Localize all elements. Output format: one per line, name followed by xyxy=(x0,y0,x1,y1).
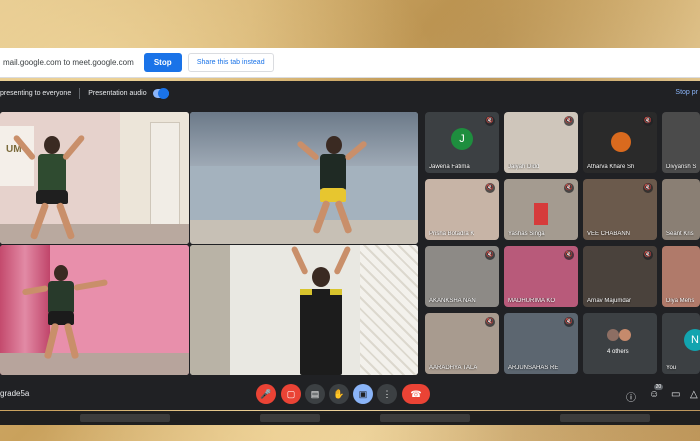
share-message: mail.google.com to meet.google.com xyxy=(3,58,134,67)
participant-tile[interactable]: 🔇 Prisha Botadra K xyxy=(425,179,499,240)
participant-tile[interactable]: Seant Kris xyxy=(662,179,700,240)
participant-tile[interactable]: 🔇 AARADHYA TALA xyxy=(425,313,499,374)
participant-tile[interactable]: 🔇 AKANKSHA NAN xyxy=(425,246,499,307)
participant-name: ARJUNSAHAS RE xyxy=(508,365,559,371)
participant-name: Seant Kris xyxy=(666,231,694,237)
participant-name: Atharva Khare Sh xyxy=(587,164,635,170)
others-label: 4 others xyxy=(607,349,629,355)
video-tile-4[interactable] xyxy=(190,245,418,375)
participant-tile[interactable]: 🔇 Atharva Khare Sh xyxy=(583,112,657,173)
taskbar-item[interactable] xyxy=(380,414,470,422)
self-avatar: N xyxy=(684,329,700,351)
meeting-name: grade5a xyxy=(0,389,30,398)
participant-name: Arnav Majumdar xyxy=(587,298,632,304)
participant-name: VEE CHABANN xyxy=(587,231,631,237)
participant-tile[interactable]: Divyansh S xyxy=(662,112,700,173)
muted-mic-icon: 🔇 xyxy=(485,250,495,260)
taskbar-item[interactable] xyxy=(80,414,170,422)
leave-call-button[interactable]: ☎ xyxy=(402,384,430,404)
stop-presenting-link[interactable]: Stop pr xyxy=(675,89,698,96)
camera-toggle-button[interactable]: ▢ xyxy=(281,384,301,404)
dancer-figure xyxy=(276,245,366,375)
call-controls: grade5a 🎤 ▢ ▤ ✋ ▣ ⋮ ☎ ⓘ ☺ 20 ▭ △ xyxy=(0,381,700,410)
main-video-grid: UM xyxy=(0,112,418,375)
participant-name: Jaiyah Didd xyxy=(508,164,540,170)
muted-mic-icon: 🔇 xyxy=(643,116,653,126)
participant-name: Divyansh S xyxy=(666,164,697,170)
participant-tile[interactable]: Diya Mehs xyxy=(662,246,700,307)
participant-tile[interactable]: 🔇 Yashas Singa xyxy=(504,179,578,240)
participant-name: Jaweria Fatima xyxy=(429,164,470,170)
participant-name: Yashas Singa xyxy=(508,231,545,237)
avatar: J xyxy=(451,128,473,150)
participant-tile[interactable]: 🔇 ARJUNSAHAS RE xyxy=(504,313,578,374)
self-label: You xyxy=(666,365,677,371)
muted-mic-icon: 🔇 xyxy=(643,250,653,260)
meet-window: presenting to everyone Presentation audi… xyxy=(0,81,700,410)
taskbar-item[interactable] xyxy=(260,414,320,422)
captions-button[interactable]: ▤ xyxy=(305,384,325,404)
info-icon[interactable]: ⓘ xyxy=(626,389,636,404)
mic-toggle-button[interactable]: 🎤 xyxy=(256,384,276,404)
participant-tile[interactable]: 🔇 VEE CHABANN xyxy=(583,179,657,240)
dancer-figure xyxy=(12,118,94,244)
participant-name: AARADHYA TALA xyxy=(429,365,478,371)
muted-mic-icon: 🔇 xyxy=(485,317,495,327)
screen-share-bar: mail.google.com to meet.google.com Stop … xyxy=(0,48,700,78)
stop-sharing-button[interactable]: Stop xyxy=(143,53,182,72)
participants-count-badge: 20 xyxy=(653,384,664,390)
dancer-figure xyxy=(296,130,370,240)
presentation-bar: presenting to everyone Presentation audi… xyxy=(0,81,700,106)
divider xyxy=(79,88,81,99)
dancer-figure xyxy=(21,257,114,375)
participant-tile[interactable]: 🔇 Arnav Majumdar xyxy=(583,246,657,307)
participant-tile[interactable]: J 🔇 Jaweria Fatima xyxy=(425,112,499,173)
video-tile-3[interactable] xyxy=(0,245,189,375)
others-tile[interactable]: 4 others xyxy=(583,313,657,374)
muted-mic-icon: 🔇 xyxy=(564,116,574,126)
muted-mic-icon: 🔇 xyxy=(643,183,653,193)
raise-hand-button[interactable]: ✋ xyxy=(329,384,349,404)
participant-grid: J 🔇 Jaweria Fatima 🔇 Jaiyah Didd 🔇 Athar… xyxy=(425,112,700,377)
muted-mic-icon: 🔇 xyxy=(564,317,574,327)
video-tile-1[interactable]: UM xyxy=(0,112,189,244)
activities-icon[interactable]: △ xyxy=(690,389,698,400)
participant-name: Diya Mehs xyxy=(666,298,695,304)
participant-name: AKANKSHA NAN xyxy=(429,298,476,304)
participant-tile[interactable]: 🔇 Jaiyah Didd xyxy=(504,112,578,173)
chat-icon[interactable]: ▭ xyxy=(671,389,680,400)
participant-name: MADHURIMA KO xyxy=(508,298,556,304)
muted-mic-icon: 🔇 xyxy=(564,250,574,260)
taskbar-item[interactable] xyxy=(560,414,650,422)
participant-tile[interactable]: 🔇 MADHURIMA KO xyxy=(504,246,578,307)
self-tile[interactable]: N You xyxy=(662,313,700,374)
presentation-audio-label: Presentation audio xyxy=(88,90,147,97)
presenting-label: presenting to everyone xyxy=(0,90,72,97)
muted-mic-icon: 🔇 xyxy=(485,116,495,126)
more-options-button[interactable]: ⋮ xyxy=(377,384,397,404)
present-button[interactable]: ▣ xyxy=(353,384,373,404)
muted-mic-icon: 🔇 xyxy=(485,183,495,193)
people-icon[interactable]: ☺ 20 xyxy=(649,384,664,400)
muted-mic-icon: 🔇 xyxy=(564,183,574,193)
share-this-tab-button[interactable]: Share this tab instead xyxy=(187,53,274,72)
participant-name: Prisha Botadra K xyxy=(429,231,475,237)
presentation-audio-toggle[interactable] xyxy=(152,88,169,99)
taskbar xyxy=(0,411,700,425)
video-tile-2[interactable] xyxy=(190,112,418,244)
